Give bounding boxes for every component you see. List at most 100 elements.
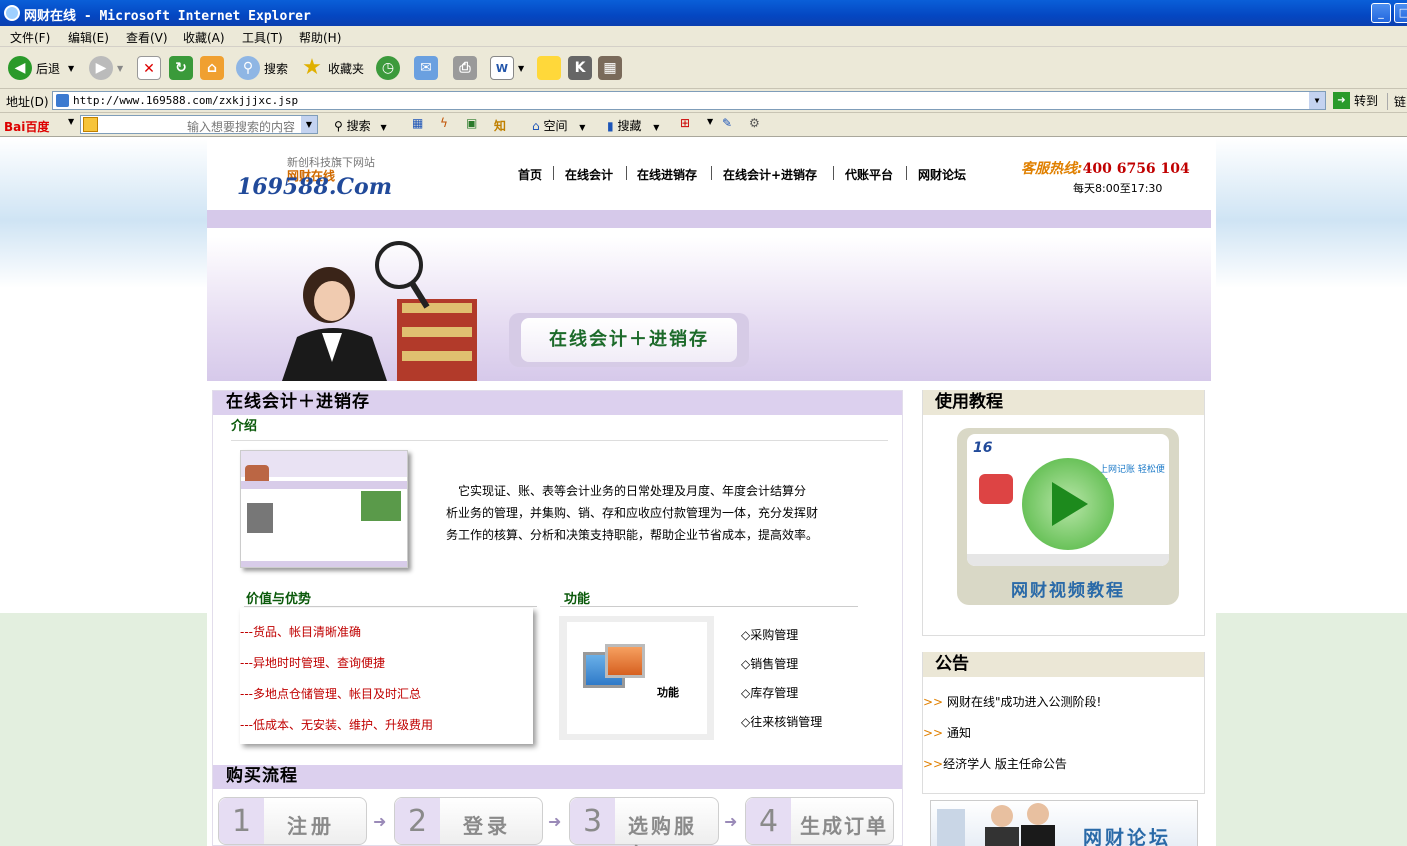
maximize-button[interactable]: □ xyxy=(1394,3,1407,23)
pen-icon[interactable]: ✎ xyxy=(722,116,732,130)
refresh-button[interactable]: ↻ xyxy=(169,55,197,81)
baidu-space-label: 空间 xyxy=(543,119,568,133)
dropdown-arrow-icon[interactable]: ▼ xyxy=(653,123,659,132)
step-arrow-icon: ➜ xyxy=(548,812,562,831)
history-button[interactable]: ◷ xyxy=(376,55,404,81)
image-icon[interactable]: ▣ xyxy=(466,116,477,130)
menu-favorites[interactable]: 收藏(A) xyxy=(183,29,225,46)
refresh-icon: ↻ xyxy=(169,56,193,80)
go-arrow-icon: ➜ xyxy=(1333,92,1350,109)
menu-help[interactable]: 帮助(H) xyxy=(299,29,341,46)
settings-gear-icon[interactable]: ⚙ xyxy=(749,116,760,130)
messenger-button[interactable]: K xyxy=(568,55,596,81)
mail-button[interactable]: ✉ xyxy=(414,55,442,81)
know-icon[interactable]: 知 xyxy=(494,117,506,134)
window-title: 网财在线 - Microsoft Internet Explorer xyxy=(24,9,311,24)
baidu-logo[interactable]: Bai百度 xyxy=(4,118,49,135)
nav-separator xyxy=(833,166,834,180)
go-button[interactable]: ➜ 转到 xyxy=(1333,92,1378,109)
intro-divider xyxy=(231,440,888,441)
step-label: 登录 xyxy=(463,814,511,838)
step-arrow-icon: ➜ xyxy=(373,812,387,831)
dropdown-arrow-icon[interactable]: ▼ xyxy=(380,123,386,132)
favorites-button[interactable]: ★ 收藏夹 xyxy=(300,55,364,81)
step-register[interactable]: 1 注册 xyxy=(218,797,367,845)
step-select-service[interactable]: 3 选购服务 xyxy=(569,797,719,846)
highlight-icon[interactable]: ⊞ xyxy=(680,116,690,130)
links-label[interactable]: 链 xyxy=(1387,93,1406,110)
nav-online-accounting[interactable]: 在线会计 xyxy=(565,166,613,183)
value-heading: 价值与优势 xyxy=(246,592,312,607)
function-image-label: 功能 xyxy=(657,686,679,699)
address-input[interactable]: http://www.169588.com/zxkjjjxc.jsp ▼ xyxy=(52,91,1326,110)
intro-heading: 介绍 xyxy=(231,419,258,434)
baidu-space-button[interactable]: ⌂ 空间 ▼ xyxy=(532,117,585,134)
step-generate-order[interactable]: 4 生成订单 xyxy=(745,797,894,845)
intro-line: 务工作的核算、分析和决策支持职能，帮助企业节省成本，提高效率。 xyxy=(446,528,819,542)
dropdown-arrow-icon[interactable]: ▼ xyxy=(579,123,585,132)
step-number: 2 xyxy=(395,798,440,844)
web-page: 新创科技旗下网站 网财在线 169588.Com 首页 在线会计 在线进销存 在… xyxy=(0,138,1407,846)
research-button[interactable]: ▦ xyxy=(598,55,626,81)
notice-item[interactable]: >> 通知 xyxy=(923,724,971,741)
nav-accounting-inventory[interactable]: 在线会计+进销存 xyxy=(723,166,817,183)
grid-icon[interactable]: ▦ xyxy=(412,116,423,130)
notes-button[interactable] xyxy=(537,55,565,81)
dropdown-arrow-icon[interactable]: ▼ xyxy=(301,116,317,133)
edit-button[interactable]: W ▼ xyxy=(490,55,524,81)
dropdown-arrow-icon[interactable]: ▼ xyxy=(117,64,123,73)
space-icon: ⌂ xyxy=(532,119,540,133)
dropdown-arrow-icon[interactable]: ▼ xyxy=(68,64,74,73)
baidu-collect-button[interactable]: ▮ 搜藏 ▼ xyxy=(607,117,659,134)
step-number: 1 xyxy=(219,798,264,844)
menu-edit[interactable]: 编辑(E) xyxy=(68,29,109,46)
menu-view[interactable]: 查看(V) xyxy=(126,29,168,46)
baidu-toolbar: Bai百度 ▼ 输入想要搜索的内容 ▼ ⚲ 搜索 ▼ ▦ ϟ ▣ 知 ⌂ 空间 … xyxy=(0,113,1407,137)
dropdown-arrow-icon[interactable]: ▼ xyxy=(707,117,713,126)
nav-online-inventory[interactable]: 在线进销存 xyxy=(637,166,697,183)
menu-tools[interactable]: 工具(T) xyxy=(242,29,283,46)
value-item: ---低成本、无安装、维护、升级费用 xyxy=(240,718,433,732)
page-icon xyxy=(56,94,69,107)
back-button[interactable]: ◀ 后退 ▼ xyxy=(8,55,74,81)
dropdown-arrow-icon[interactable]: ▼ xyxy=(68,117,74,126)
nav-home[interactable]: 首页 xyxy=(518,166,542,183)
address-dropdown-icon[interactable]: ▼ xyxy=(1309,92,1325,109)
search-button[interactable]: ⚲ 搜索 xyxy=(236,55,288,81)
baidu-search-input[interactable]: 输入想要搜索的内容 ▼ xyxy=(80,115,318,134)
minimize-button[interactable]: _ xyxy=(1371,3,1391,23)
step-number: 3 xyxy=(570,798,615,844)
nav-forum[interactable]: 网财论坛 xyxy=(918,166,966,183)
nav-separator xyxy=(711,166,712,180)
step-login[interactable]: 2 登录 xyxy=(394,797,543,845)
search-icon: ⚲ xyxy=(236,56,260,80)
menu-file[interactable]: 文件(F) xyxy=(10,29,50,46)
stop-button[interactable]: ✕ xyxy=(137,55,165,81)
baidu-search-label: 搜索 xyxy=(346,119,371,133)
main-section-title: 在线会计＋进销存 xyxy=(213,391,902,415)
forum-banner[interactable]: 网财论坛 xyxy=(930,800,1198,846)
step-label: 生成订单 xyxy=(800,814,888,838)
lightning-icon[interactable]: ϟ xyxy=(440,116,448,130)
dropdown-arrow-icon[interactable]: ▼ xyxy=(518,64,524,73)
step-number: 4 xyxy=(746,798,791,844)
video-screen: 16 上网记账 轻松便捷 xyxy=(967,434,1169,566)
baidu-search-button[interactable]: ⚲ 搜索 ▼ xyxy=(334,117,387,134)
forward-button[interactable]: ▶ ▼ xyxy=(89,55,123,81)
notice-item[interactable]: >> 网财在线"成功进入公测阶段! xyxy=(923,693,1101,710)
play-button[interactable] xyxy=(1022,458,1114,550)
value-item: ---异地时时管理、查询便捷 xyxy=(240,656,385,670)
step-label: 选购服务 xyxy=(628,814,697,846)
site-logo[interactable]: 新创科技旗下网站 网财在线 169588.Com xyxy=(237,152,437,202)
notice-text: 通知 xyxy=(946,726,971,740)
home-button[interactable]: ⌂ xyxy=(200,55,228,81)
notice-item[interactable]: >>经济学人 版主任命公告 xyxy=(923,755,1067,772)
video-tutorial-thumb[interactable]: 16 上网记账 轻松便捷 网财视频教程 xyxy=(957,428,1179,605)
hotline-number: 400 6756 104 xyxy=(1082,161,1190,177)
nav-agency-platform[interactable]: 代账平台 xyxy=(845,166,893,183)
address-bar: 地址(D) http://www.169588.com/zxkjjjxc.jsp… xyxy=(0,89,1407,113)
home-icon: ⌂ xyxy=(200,56,224,80)
print-button[interactable]: ⎙ xyxy=(453,55,481,81)
function-item: ◇采购管理 xyxy=(741,628,799,642)
forward-arrow-icon: ▶ xyxy=(89,56,113,80)
